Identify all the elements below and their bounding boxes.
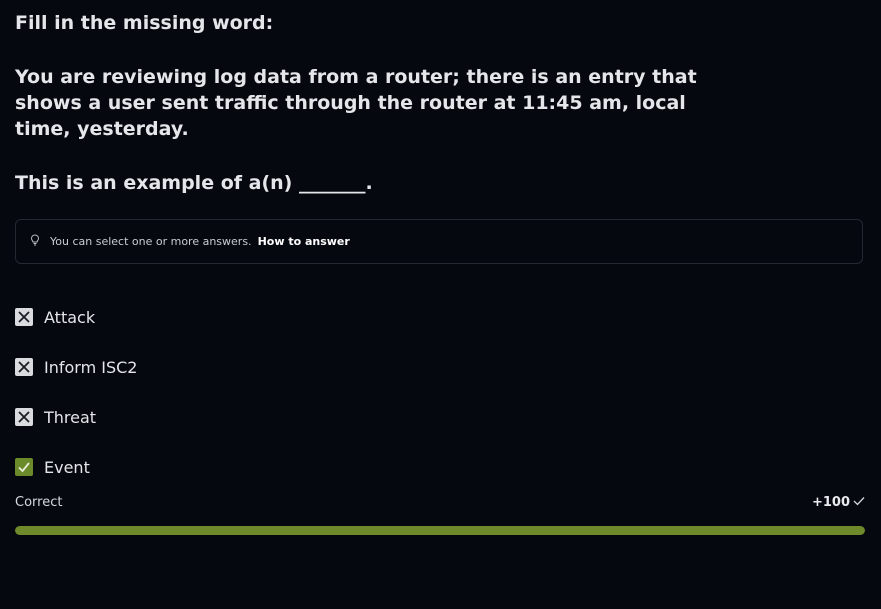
answer-options: Attack Inform ISC2 Threat Event xyxy=(15,306,863,506)
option-threat[interactable]: Threat xyxy=(15,406,863,428)
question-title: Fill in the missing word: xyxy=(15,12,274,34)
question-prompt: This is an example of a(n) _______. xyxy=(15,172,373,194)
option-event[interactable]: Event xyxy=(15,456,863,478)
x-icon xyxy=(15,408,33,426)
result-row: Correct +100 xyxy=(15,492,865,512)
option-label: Threat xyxy=(44,407,97,427)
option-label: Inform ISC2 xyxy=(44,357,138,377)
result-status: Correct xyxy=(15,494,63,510)
option-label: Event xyxy=(44,457,90,477)
question-body: You are reviewing log data from a router… xyxy=(15,66,697,140)
x-icon xyxy=(15,308,33,326)
hint-text: You can select one or more answers. xyxy=(50,235,252,248)
x-icon xyxy=(15,358,33,376)
score-progress-fill xyxy=(15,526,865,535)
hint-box: You can select one or more answers. How … xyxy=(15,219,863,264)
option-attack[interactable]: Attack xyxy=(15,306,863,328)
score-progress-bar xyxy=(15,526,865,535)
score-value: +100 xyxy=(811,494,850,510)
how-to-answer-link[interactable]: How to answer xyxy=(258,235,350,248)
option-inform-isc2[interactable]: Inform ISC2 xyxy=(15,356,863,378)
score-badge: +100 xyxy=(812,495,865,510)
question-block: Fill in the missing word: You are review… xyxy=(15,10,715,196)
check-icon xyxy=(853,495,865,510)
check-icon xyxy=(15,458,33,476)
lightbulb-icon xyxy=(30,234,44,249)
option-label: Attack xyxy=(44,307,96,327)
